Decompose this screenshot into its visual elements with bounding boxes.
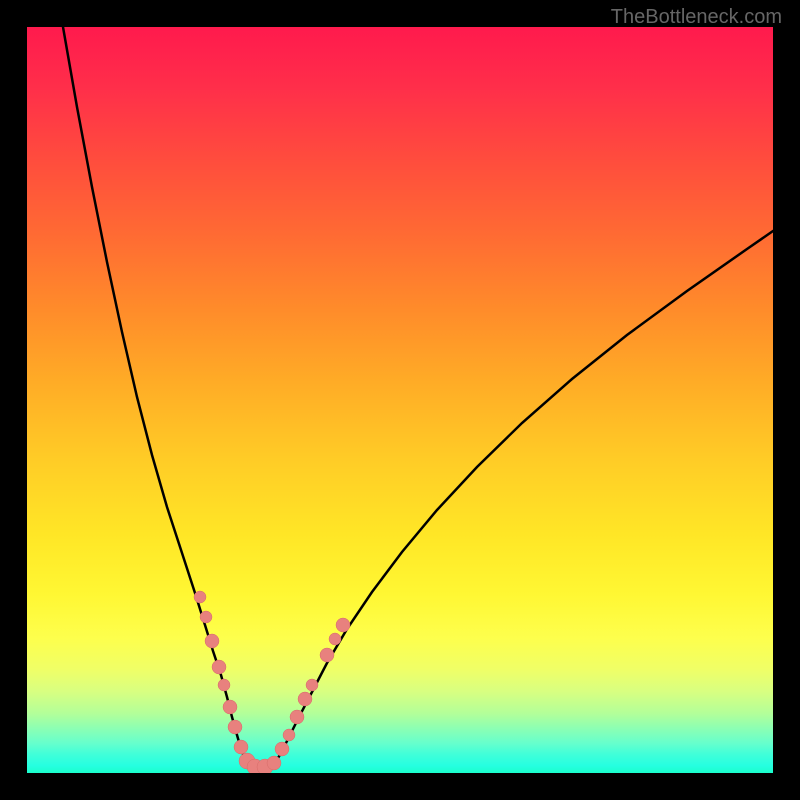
data-marker bbox=[329, 633, 341, 645]
data-marker bbox=[223, 700, 237, 714]
curve-right-curve bbox=[271, 231, 773, 769]
data-marker bbox=[336, 618, 350, 632]
data-marker bbox=[205, 634, 219, 648]
chart-svg bbox=[27, 27, 773, 773]
data-marker bbox=[320, 648, 334, 662]
data-marker bbox=[306, 679, 318, 691]
data-marker bbox=[290, 710, 304, 724]
data-marker bbox=[234, 740, 248, 754]
data-marker bbox=[218, 679, 230, 691]
data-marker bbox=[212, 660, 226, 674]
chart-plot-area bbox=[27, 27, 773, 773]
data-marker bbox=[194, 591, 206, 603]
data-marker bbox=[267, 756, 281, 770]
data-marker bbox=[200, 611, 212, 623]
curve-left-curve bbox=[63, 27, 251, 769]
data-marker bbox=[228, 720, 242, 734]
watermark-text: TheBottleneck.com bbox=[611, 6, 782, 29]
data-marker bbox=[283, 729, 295, 741]
data-marker bbox=[298, 692, 312, 706]
data-marker bbox=[275, 742, 289, 756]
